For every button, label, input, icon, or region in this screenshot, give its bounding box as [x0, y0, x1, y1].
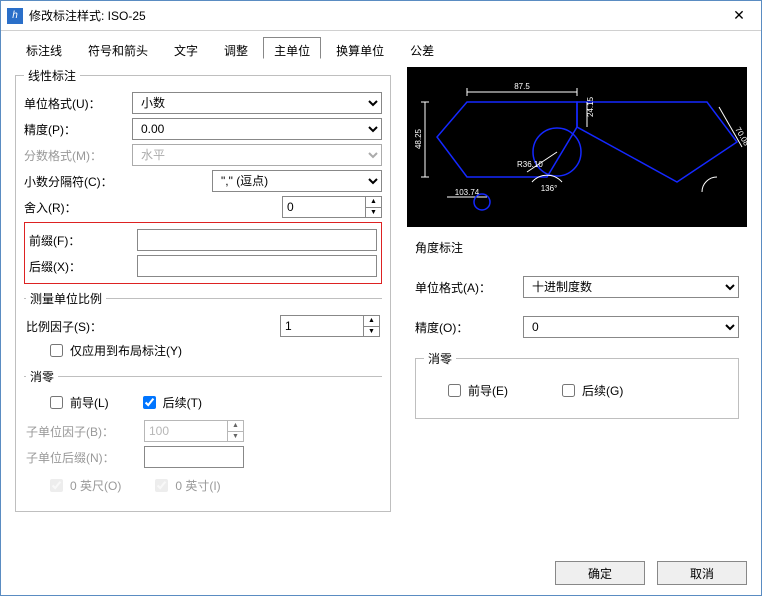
tab-fit[interactable]: 调整 [213, 37, 259, 59]
linear-dim-group: 线性标注 单位格式(U)： 小数 精度(P)： 0.00 [15, 67, 391, 512]
round-input[interactable] [283, 197, 365, 217]
angle-leading-row: 前导(E) [444, 381, 508, 400]
sub-factor-spinner: ▲▼ [144, 420, 244, 442]
svg-text:87.5: 87.5 [514, 82, 530, 91]
angle-trailing-label: 后续(G) [582, 382, 623, 399]
feet-label: 0 英尺(O) [70, 477, 121, 494]
tab-symbols[interactable]: 符号和箭头 [77, 37, 159, 59]
app-icon: h [7, 8, 23, 24]
precision-label: 精度(P)： [24, 121, 124, 138]
precision-select[interactable]: 0.00 [132, 118, 382, 140]
scale-factor-spinner[interactable]: ▲▼ [280, 315, 380, 337]
suffix-label: 后缀(X)： [29, 258, 129, 275]
feet-checkbox-row: 0 英尺(O) [46, 476, 121, 495]
tab-alt-units[interactable]: 换算单位 [325, 37, 395, 59]
prefix-suffix-highlight: 前缀(F)： 后缀(X)： [24, 222, 382, 284]
dialog-window: h 修改标注样式: ISO-25 ✕ 标注线 符号和箭头 文字 调整 主单位 换… [0, 0, 762, 596]
suppress-legend: 消零 [26, 368, 58, 385]
tab-dimlines[interactable]: 标注线 [15, 37, 73, 59]
spin-down[interactable]: ▼ [366, 208, 381, 218]
sub-suffix-input [144, 446, 244, 468]
spin-up[interactable]: ▲ [364, 316, 379, 327]
tab-primary-units[interactable]: 主单位 [263, 37, 321, 59]
fraction-format-label: 分数格式(M)： [24, 147, 124, 164]
sub-factor-label: 子单位因子(B)： [26, 423, 136, 440]
unit-format-label: 单位格式(U)： [24, 95, 124, 112]
svg-text:R36.10: R36.10 [517, 160, 543, 169]
window-title: 修改标注样式: ISO-25 [29, 7, 717, 24]
content-area: 线性标注 单位格式(U)： 小数 精度(P)： 0.00 [1, 59, 761, 551]
angle-suppress-legend: 消零 [424, 350, 456, 367]
round-spinner[interactable]: ▲▼ [282, 196, 382, 218]
spin-down[interactable]: ▼ [364, 327, 379, 337]
sub-suffix-label: 子单位后缀(N)： [26, 449, 136, 466]
leading-checkbox[interactable] [50, 396, 63, 409]
trailing-checkbox-row: 后续(T) [139, 393, 202, 412]
tab-tolerance[interactable]: 公差 [399, 37, 445, 59]
angle-legend: 角度标注 [415, 239, 463, 256]
tab-text[interactable]: 文字 [163, 37, 209, 59]
angle-group: 角度标注 单位格式(A)： 十进制度数 精度(O)： 0 [407, 239, 747, 427]
svg-text:136°: 136° [541, 184, 558, 193]
tab-bar: 标注线 符号和箭头 文字 调整 主单位 换算单位 公差 [1, 31, 761, 59]
angle-precision-label: 精度(O)： [415, 319, 515, 336]
angle-leading-checkbox[interactable] [448, 384, 461, 397]
feet-checkbox [50, 479, 63, 492]
suppress-group: 消零 前导(L) 后续(T) 子单位因子(B)： [24, 368, 382, 503]
svg-text:48.25: 48.25 [414, 128, 423, 149]
spin-up[interactable]: ▲ [366, 197, 381, 208]
angle-suppress-group: 消零 前导(E) 后续(G) [415, 350, 739, 419]
scale-factor-input[interactable] [281, 316, 363, 336]
sub-factor-input [145, 421, 227, 441]
leading-checkbox-row: 前导(L) [46, 393, 109, 412]
suffix-input[interactable] [137, 255, 377, 277]
cancel-button[interactable]: 取消 [657, 561, 747, 585]
scale-group: 测量单位比例 比例因子(S)： ▲▼ 仅应用到布局标注(Y) [24, 290, 382, 364]
titlebar: h 修改标注样式: ISO-25 ✕ [1, 1, 761, 31]
preview-panel: 87.5 48.25 24.15 70.08 103.74 R36.10 136… [407, 67, 747, 227]
linear-legend: 线性标注 [24, 67, 80, 84]
inches-label: 0 英寸(I) [175, 477, 220, 494]
scale-factor-label: 比例因子(S)： [26, 318, 136, 335]
prefix-label: 前缀(F)： [29, 232, 129, 249]
apply-layout-label: 仅应用到布局标注(Y) [70, 342, 182, 359]
trailing-checkbox[interactable] [143, 396, 156, 409]
angle-leading-label: 前导(E) [468, 382, 508, 399]
svg-text:24.15: 24.15 [586, 96, 595, 117]
close-button[interactable]: ✕ [717, 1, 761, 31]
angle-precision-select[interactable]: 0 [523, 316, 739, 338]
ok-button[interactable]: 确定 [555, 561, 645, 585]
unit-format-select[interactable]: 小数 [132, 92, 382, 114]
inches-checkbox-row: 0 英寸(I) [151, 476, 220, 495]
decimal-sep-label: 小数分隔符(C)： [24, 173, 124, 190]
trailing-label: 后续(T) [163, 394, 202, 411]
apply-layout-checkbox-row: 仅应用到布局标注(Y) [26, 341, 380, 360]
leading-label: 前导(L) [70, 394, 109, 411]
prefix-input[interactable] [137, 229, 377, 251]
dialog-buttons: 确定 取消 [1, 551, 761, 595]
decimal-sep-select[interactable]: "," (逗点) [212, 170, 382, 192]
scale-legend: 测量单位比例 [26, 290, 106, 307]
fraction-format-select: 水平 [132, 144, 382, 166]
angle-trailing-checkbox[interactable] [562, 384, 575, 397]
angle-trailing-row: 后续(G) [558, 381, 623, 400]
round-label: 舍入(R)： [24, 199, 124, 216]
inches-checkbox [155, 479, 168, 492]
angle-unit-format-select[interactable]: 十进制度数 [523, 276, 739, 298]
angle-unit-format-label: 单位格式(A)： [415, 279, 515, 296]
apply-layout-checkbox[interactable] [50, 344, 63, 357]
